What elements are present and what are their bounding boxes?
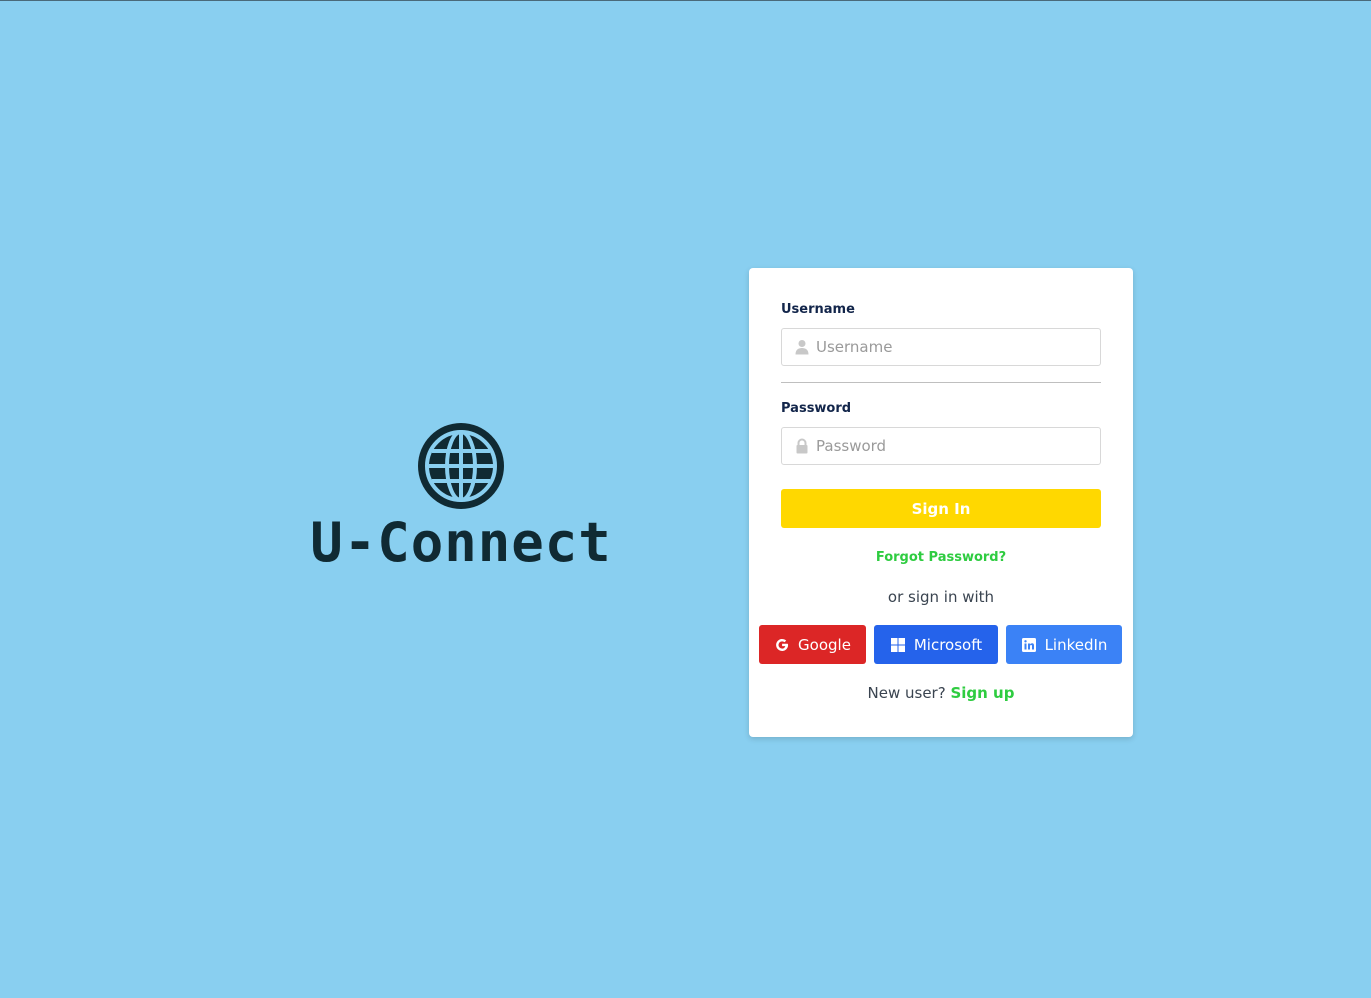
- username-field[interactable]: [781, 328, 1101, 366]
- login-card: Username Password Sign In Forgot Passwor…: [749, 268, 1133, 737]
- user-icon: [795, 340, 809, 355]
- google-label: Google: [798, 635, 851, 654]
- forgot-password-link[interactable]: Forgot Password?: [749, 550, 1133, 565]
- password-input[interactable]: [816, 428, 1092, 464]
- microsoft-icon: [890, 637, 905, 652]
- linkedin-label: LinkedIn: [1044, 635, 1108, 654]
- lock-icon: [796, 438, 808, 454]
- google-sign-in-button[interactable]: Google: [759, 625, 866, 664]
- google-icon: [776, 638, 789, 651]
- globe-icon: [418, 423, 504, 509]
- signup-row: New user? Sign up: [749, 684, 1133, 702]
- password-label: Password: [781, 401, 852, 416]
- sign-in-button[interactable]: Sign In: [781, 489, 1101, 528]
- microsoft-label: Microsoft: [913, 635, 983, 654]
- password-field[interactable]: [781, 427, 1101, 465]
- sign-up-link[interactable]: Sign up: [950, 684, 1014, 702]
- or-sign-in-with-text: or sign in with: [887, 588, 995, 606]
- microsoft-sign-in-button[interactable]: Microsoft: [874, 625, 998, 664]
- username-label: Username: [781, 302, 855, 317]
- brand-logo: U-Connect: [300, 421, 622, 573]
- linkedin-icon: [1021, 637, 1036, 652]
- brand-name: U-Connect: [310, 511, 612, 574]
- form-divider: [781, 382, 1101, 383]
- new-user-text: New user?: [867, 684, 946, 702]
- linkedin-sign-in-button[interactable]: LinkedIn: [1006, 625, 1122, 664]
- username-input[interactable]: [816, 329, 1092, 365]
